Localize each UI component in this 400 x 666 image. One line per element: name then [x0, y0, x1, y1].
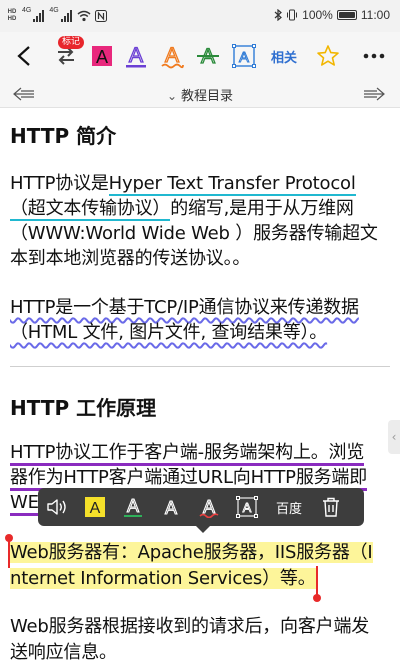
chevron-left-icon: ‹ — [391, 430, 397, 444]
selection-menu: A A A A A 百度 — [38, 488, 364, 526]
box-icon: A — [236, 496, 258, 518]
back-button[interactable] — [6, 38, 42, 74]
more-icon — [363, 53, 385, 59]
selected-text-line[interactable]: nternet Information Services）等。 — [10, 567, 316, 591]
annotation-toolbar: 标记 A A A A A 相关 — [0, 32, 400, 80]
menu-strikethrough-button[interactable]: A — [190, 488, 228, 526]
strikethrough-button[interactable]: A — [190, 38, 226, 74]
svg-text:A: A — [165, 498, 177, 518]
battery-icon — [336, 10, 357, 20]
selection-end-bar — [316, 566, 318, 596]
toc-button[interactable]: ⌄ 教程目录 — [0, 85, 400, 104]
highlight-pink-button[interactable]: A — [84, 38, 120, 74]
paragraph-line: 送响应信息。 — [10, 642, 117, 663]
paragraph-line: HTTP协议工作于客户端-服务端架构上。浏览 — [10, 441, 364, 466]
swap-icon — [58, 47, 74, 65]
more-button[interactable] — [356, 38, 392, 74]
underlined-text[interactable]: HTTP协议工作于客户端-服务端架构上。浏览 — [10, 442, 364, 466]
baidu-search-button[interactable]: 百度 — [266, 498, 312, 517]
selection-end-handle[interactable] — [313, 594, 321, 602]
svg-text:A: A — [203, 497, 215, 517]
paragraph-line: （WWW:World Wide Web ）服务器传输超文 — [10, 223, 378, 244]
svg-text:A: A — [243, 500, 252, 515]
network-type-label-2: 4G — [49, 7, 59, 14]
menu-wavy-button[interactable]: A — [152, 488, 190, 526]
svg-text:A: A — [239, 49, 249, 66]
next-chapter-button[interactable] — [362, 86, 386, 106]
heading-http-intro: HTTP 简介 — [10, 124, 117, 148]
box-text-icon: A — [232, 44, 256, 68]
red-strikethrough-icon: A — [199, 496, 219, 518]
svg-text:A: A — [96, 47, 108, 67]
hd-icon: HD HD — [7, 9, 17, 22]
mark-badge: 标记 — [58, 36, 85, 49]
vibrate-icon — [287, 9, 298, 21]
white-text-icon: A — [164, 497, 177, 518]
favorite-button[interactable] — [310, 38, 346, 74]
box-mark-button[interactable]: A — [226, 38, 262, 74]
read-aloud-button[interactable] — [38, 488, 76, 526]
svg-text:A: A — [129, 44, 143, 67]
paragraph-line: 器作为HTTP客户端通过URL向HTTP服务端即 — [10, 466, 367, 491]
back-arrow-icon — [17, 46, 30, 66]
purple-underline-icon: A — [126, 43, 146, 68]
menu-box-button[interactable]: A — [228, 488, 266, 526]
status-bar: HD HD 4G 4G 100% 11:00 — [0, 0, 400, 32]
network-type-label: 4G — [22, 7, 32, 14]
paragraph-line: Web服务器根据接收到的请求后，向客户端发 — [10, 616, 370, 637]
menu-highlight-button[interactable]: A — [76, 488, 114, 526]
paragraph-line: HTTP协议是Hyper Text Transfer Protocol — [10, 173, 356, 196]
selected-text-line[interactable]: Web服务器有：Apache服务器，IIS服务器（I — [10, 541, 373, 565]
pink-highlight-icon: A — [92, 46, 112, 67]
chevron-down-icon: ⌄ — [166, 89, 178, 103]
menu-underline-button[interactable]: A — [114, 488, 152, 526]
orange-wavy-icon: A — [161, 43, 184, 69]
paragraph-line: （超文本传输协议）的缩写,是用于从万维网 — [10, 198, 354, 221]
menu-pointer — [196, 526, 210, 533]
side-panel-tab[interactable]: ‹ — [388, 420, 400, 454]
bluetooth-icon — [274, 9, 283, 21]
wavy-annotated-line[interactable]: （HTML 文件, 图片文件, 查询结果等）。 — [10, 321, 327, 345]
clock: 11:00 — [360, 8, 390, 22]
underlined-text[interactable]: Hyper Text Transfer Protocol — [108, 173, 356, 196]
speaker-icon — [47, 499, 66, 515]
battery-percent: 100% — [302, 8, 333, 22]
trash-icon — [323, 497, 340, 517]
chapter-nav: ⌄ 教程目录 — [0, 80, 400, 108]
status-right: 100% 11:00 — [274, 8, 390, 22]
yellow-highlight-icon: A — [85, 497, 105, 517]
wavy-annotated-line[interactable]: HTTP是一个基于TCP/IP通信协议来传递数据 — [10, 296, 359, 320]
star-icon — [317, 45, 339, 66]
delete-button[interactable] — [312, 488, 350, 526]
underlined-text[interactable]: （超文本传输协议） — [10, 198, 170, 221]
nfc-icon — [94, 10, 107, 22]
green-underline-icon: A — [124, 496, 142, 517]
paragraph-line: 本到本地浏览器的传送协议。。 — [10, 248, 251, 269]
svg-text:A: A — [90, 500, 101, 517]
green-strikethrough-icon: A — [197, 44, 219, 69]
underline-purple-button[interactable]: A — [118, 38, 154, 74]
section-divider — [10, 366, 390, 367]
toc-label: 教程目录 — [181, 89, 234, 104]
svg-text:A: A — [127, 496, 139, 516]
underline-orange-button[interactable]: A — [154, 38, 190, 74]
signal-icon — [33, 10, 45, 22]
heading-http-working: HTTP 工作原理 — [10, 396, 157, 420]
right-arrow-icon — [364, 87, 385, 101]
signal-icon-2 — [60, 10, 72, 22]
related-button[interactable]: 相关 — [266, 38, 302, 74]
wifi-icon — [77, 10, 91, 22]
status-left: HD HD 4G 4G — [6, 7, 107, 25]
selection-start-bar — [8, 540, 10, 568]
